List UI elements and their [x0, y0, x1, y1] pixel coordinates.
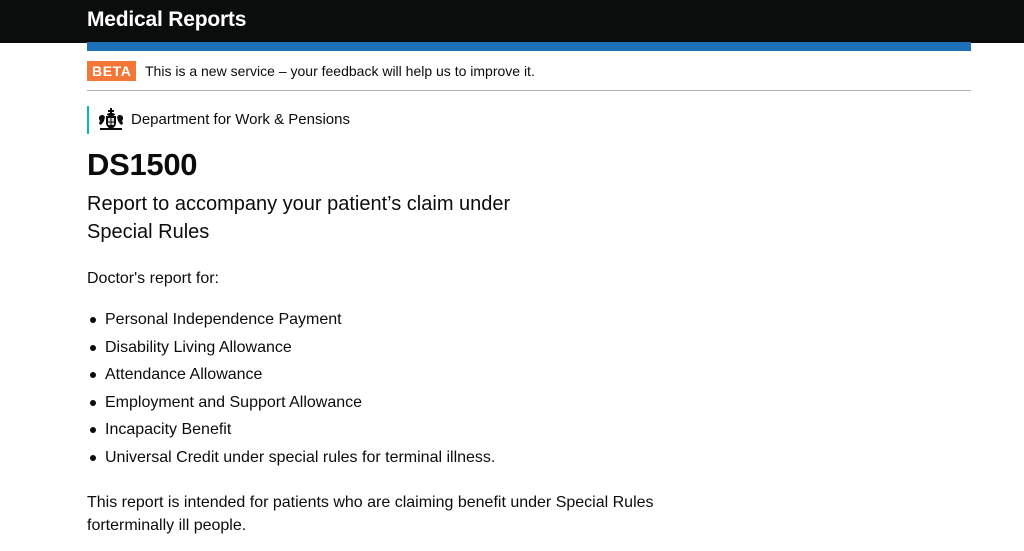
phase-banner: BETA This is a new service – your feedba…: [87, 60, 971, 91]
benefit-list: Personal Independence Payment Disability…: [87, 310, 495, 476]
list-item: Disability Living Allowance: [87, 338, 495, 366]
intro-text: Doctor's report for:: [87, 270, 219, 287]
page-title: DS1500: [87, 147, 198, 182]
list-item: Incapacity Benefit: [87, 420, 495, 448]
eligibility-note: This report is intended for patients who…: [87, 494, 654, 534]
royal-coat-of-arms-icon: [99, 108, 123, 130]
list-item: Universal Credit under special rules for…: [87, 448, 495, 476]
list-item: Employment and Support Allowance: [87, 393, 495, 421]
organisation-name: Department for Work & Pensions: [131, 111, 350, 128]
site-header: Medical Reports: [0, 0, 1024, 43]
brand-colour-bar: [87, 42, 971, 51]
beta-tag: BETA: [87, 61, 137, 81]
organisation-logo: Department for Work & Pensions: [87, 106, 350, 134]
page-subtitle: Report to accompany your patient’s claim…: [87, 193, 511, 243]
list-item: Personal Independence Payment: [87, 310, 495, 338]
list-item: Attendance Allowance: [87, 365, 495, 393]
phase-banner-text: This is a new service – your feedback wi…: [145, 62, 535, 80]
feedback-link[interactable]: This is a new service – your feedback wi…: [145, 63, 535, 79]
service-name-link[interactable]: Medical Reports: [87, 7, 246, 33]
